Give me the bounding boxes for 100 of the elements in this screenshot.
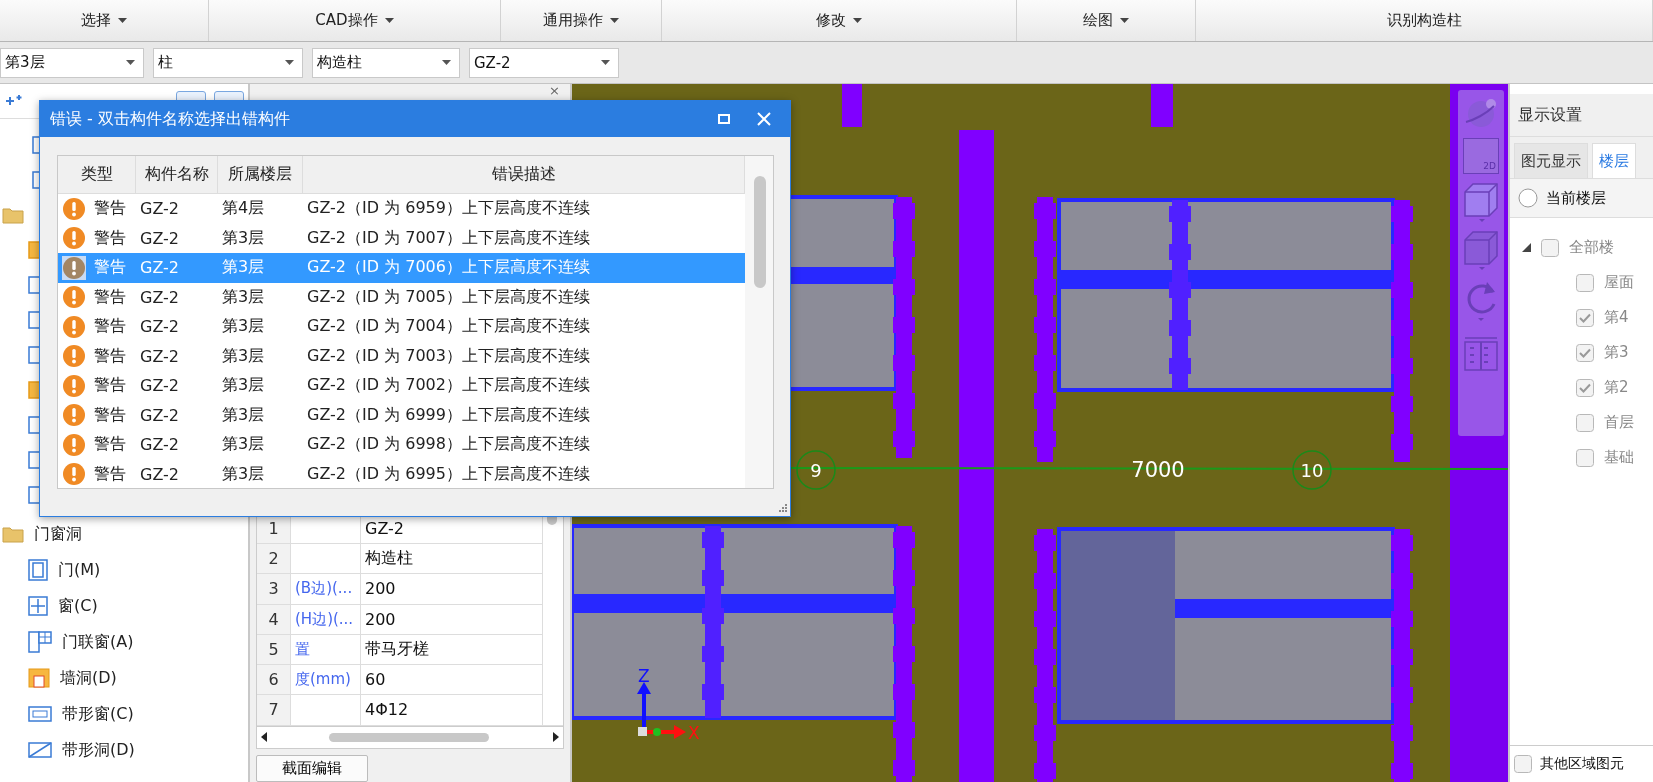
cube-icon[interactable] (1463, 182, 1499, 222)
menu-button[interactable]: CAD操作 (209, 0, 501, 41)
tree-item-label: 门联窗(A) (62, 631, 134, 653)
description-cell-text: GZ-2（ID 为 6999）上下层高度不连续 (306, 403, 591, 426)
menu-button[interactable]: 选择 (0, 0, 209, 41)
error-row[interactable]: 警告 GZ-2 第3层 GZ-2（ID 为 7005）上下层高度不连续 (58, 282, 745, 312)
description-cell-text: GZ-2（ID 为 7005）上下层高度不连续 (306, 285, 591, 308)
checkbox[interactable] (1541, 238, 1559, 257)
type-cell: 警告 (94, 257, 126, 279)
error-row[interactable]: 警告 GZ-2 第4层 GZ-2（ID 为 6959）上下层高度不连续 (58, 194, 745, 224)
checkbox[interactable] (1514, 755, 1532, 773)
type-cell: 警告 (94, 286, 126, 308)
sparkle-icon[interactable] (4, 94, 24, 108)
checkbox[interactable] (1576, 413, 1594, 432)
scroll-thumb[interactable] (329, 732, 489, 742)
warning-icon (62, 432, 86, 457)
description-cell-text: GZ-2（ID 为 7003）上下层高度不连续 (306, 344, 591, 367)
axis-triad-icon (637, 682, 686, 739)
error-row[interactable]: 警告 GZ-2 第3层 GZ-2（ID 为 7002）上下层高度不连续 (58, 371, 745, 401)
tree-item-label: 全部楼 (1569, 238, 1614, 257)
left-arrow-icon[interactable] (261, 732, 267, 743)
column-header[interactable]: 构件名称 (136, 156, 218, 193)
dropdown[interactable]: GZ-2 (469, 47, 619, 78)
type-cell: 警告 (94, 463, 126, 485)
tree-item[interactable]: 墙洞(D) (0, 660, 248, 696)
menu-button[interactable]: 通用操作 (501, 0, 662, 41)
tree-item-label: 基础 (1604, 448, 1634, 467)
checkbox[interactable] (1576, 378, 1594, 397)
name-cell-text: GZ-2 (139, 198, 181, 221)
resize-grip-icon[interactable] (777, 503, 787, 513)
name-cell-text: GZ-2 (139, 434, 181, 457)
sphere-icon[interactable] (1463, 96, 1499, 130)
close-icon[interactable]: × (549, 84, 560, 100)
axis-label: Z (638, 666, 650, 686)
radio-button[interactable] (1518, 188, 1538, 208)
name-cell-text: GZ-2 (139, 286, 181, 309)
dropdown[interactable]: 构造柱 (312, 47, 460, 78)
name-cell-text: GZ-2 (139, 375, 181, 398)
floor-cell-text: 第3层 (221, 256, 266, 279)
property-name: (B边)(... (291, 574, 361, 604)
dialog-title: 错误 - 双击构件名称选择出错构件 (50, 108, 291, 130)
description-cell-text: GZ-2（ID 为 7002）上下层高度不连续 (306, 374, 591, 397)
tree-item-label: 墙洞(D) (60, 667, 117, 689)
caret-icon (384, 18, 394, 23)
tab[interactable]: 图元显示 (1514, 143, 1588, 178)
error-row[interactable]: 警告 GZ-2 第3层 GZ-2（ID 为 7004）上下层高度不连续 (58, 312, 745, 342)
error-row[interactable]: 警告 GZ-2 第3层 GZ-2（ID 为 6999）上下层高度不连续 (58, 400, 745, 430)
name-cell-text: GZ-2 (139, 227, 181, 250)
scroll-thumb[interactable] (754, 176, 766, 288)
row-number: 4 (257, 604, 291, 634)
floor-cell-text: 第3层 (221, 344, 266, 367)
checkbox[interactable] (1576, 448, 1594, 467)
row-number: 3 (257, 574, 291, 604)
description-cell-text: GZ-2（ID 为 7007）上下层高度不连续 (306, 226, 591, 249)
description-cell-text: GZ-2（ID 为 6995）上下层高度不连续 (306, 462, 591, 485)
dimension-label: 7000 (1131, 458, 1185, 482)
right-arrow-icon[interactable] (553, 732, 559, 743)
tree-folder[interactable]: 门窗洞 (0, 516, 248, 552)
dropdown[interactable]: 第3层 (0, 47, 144, 78)
cube-icon[interactable] (1463, 230, 1499, 270)
menu-button[interactable]: 绘图 (1017, 0, 1196, 41)
tab[interactable]: 楼层 (1592, 143, 1636, 178)
description-cell-text: GZ-2（ID 为 7004）上下层高度不连续 (306, 315, 591, 338)
checkbox[interactable] (1576, 343, 1594, 362)
warning-icon (62, 226, 86, 251)
tree-item-label: 第4 (1604, 308, 1629, 327)
type-cell: 警告 (94, 404, 126, 426)
error-row[interactable]: 警告 GZ-2 第3层 GZ-2（ID 为 7003）上下层高度不连续 (58, 341, 745, 371)
folder-icon (2, 205, 24, 224)
tree-item[interactable]: 门(M) (0, 552, 248, 588)
expanded-triangle-icon[interactable] (1522, 243, 1531, 252)
warning-icon (62, 373, 86, 398)
column-header[interactable]: 类型 (58, 156, 136, 193)
floor-cell-text: 第3层 (221, 462, 266, 485)
warning-icon (62, 285, 86, 310)
tree-item[interactable]: 门联窗(A) (0, 624, 248, 660)
error-row[interactable]: 警告 GZ-2 第3层 GZ-2（ID 为 6998）上下层高度不连续 (58, 430, 745, 460)
error-row[interactable]: 警告 GZ-2 第3层 GZ-2（ID 为 7007）上下层高度不连续 (58, 223, 745, 253)
menu-button[interactable]: 修改 (662, 0, 1017, 41)
checkbox-label: 其他区域图元 (1540, 755, 1624, 773)
tree-item[interactable]: 带形窗(C) (0, 696, 248, 732)
axis-label: X (688, 723, 700, 743)
property-name: 置 (291, 634, 361, 665)
checkbox[interactable] (1576, 308, 1594, 327)
checkbox[interactable] (1576, 273, 1594, 292)
row-number: 6 (257, 665, 291, 695)
window-icon (28, 596, 48, 616)
name-cell-text: GZ-2 (139, 316, 181, 339)
menu-button[interactable]: 识别构造柱 (1196, 0, 1653, 41)
column-header[interactable]: 所属楼层 (218, 156, 303, 193)
tree-item[interactable]: 带形洞(D) (0, 732, 248, 768)
type-cell: 警告 (94, 434, 126, 456)
tree-item-label: 屋面 (1604, 273, 1634, 292)
maximize-icon (718, 114, 730, 124)
tree-folder-label: 门窗洞 (34, 523, 82, 545)
tree-item-label: 带形洞(D) (62, 739, 135, 761)
section-edit-button[interactable]: 截面编辑 (256, 754, 368, 782)
error-row[interactable]: 警告 GZ-2 第3层 GZ-2（ID 为 6995）上下层高度不连续 (58, 459, 745, 488)
dropdown[interactable]: 柱 (153, 47, 303, 78)
tree-item[interactable]: 窗(C) (0, 588, 248, 624)
